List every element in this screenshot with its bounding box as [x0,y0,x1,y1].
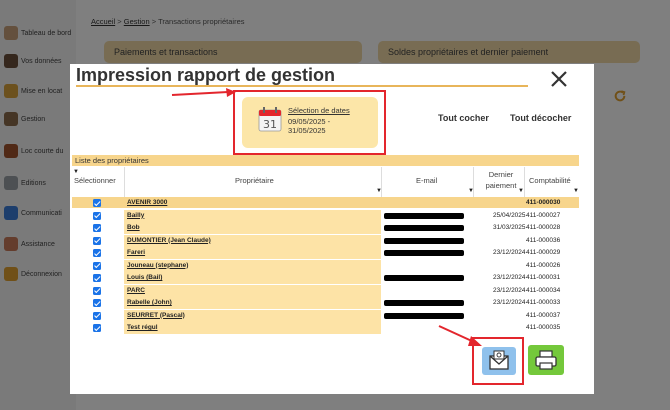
date-range-text: 09/05/2025 - 31/05/2025 [288,117,331,135]
column-owner[interactable]: Propriétaire ▼ [124,167,382,197]
owner-name-link[interactable]: Rabelle (John) [127,299,172,306]
table-row[interactable]: AVENIR 3000 411-000030 [72,197,579,209]
last-payment-date: 23/12/2024 [493,249,526,256]
table-row[interactable]: PARC 23/12/2024 411-000034 [72,284,579,297]
redacted-email [384,212,464,219]
date-selection-button[interactable]: 31 Sélection de dates 09/05/2025 - 31/05… [242,97,378,148]
print-button[interactable] [528,345,564,375]
owner-name-link[interactable]: Jouneau (stephane) [127,262,188,269]
account-number: 411-000029 [526,249,561,256]
last-payment-date: 25/04/2025 [493,211,526,219]
uncheck-all-button[interactable]: Tout décocher [510,113,571,123]
table-row[interactable]: Test régul 411-000035 [72,322,579,334]
table-row[interactable]: Jouneau (stephane) 411-000026 [72,259,579,272]
owner-list-header: Liste des propriétaires [72,155,579,166]
account-number: 411-000034 [526,286,561,294]
title-divider [76,85,528,87]
table-row[interactable]: Louis (Bail) 23/12/2024 411-000031 [72,272,579,284]
table-row[interactable]: Bob 31/03/2025 411-000028 [72,222,579,234]
account-number: 411-000035 [526,324,561,331]
redacted-email [384,275,464,281]
owner-cell-bg [124,222,381,234]
table-row[interactable]: SEURRET (Pascal) 411-000037 [72,309,579,322]
redacted-email [384,237,464,244]
row-checkbox[interactable] [93,224,101,232]
last-payment-date: 23/12/2024 [493,274,526,281]
owner-name-link[interactable]: Test régul [127,324,158,331]
redacted-email [384,225,464,231]
owner-name-link[interactable]: Bob [127,224,140,231]
last-payment-date: 31/03/2025 [493,224,526,231]
owner-name-link[interactable]: Fareri [127,249,145,256]
owner-cell-bg [124,247,381,259]
column-email[interactable]: E-mail ▼ [381,167,474,197]
owner-cell-bg [124,209,381,222]
owner-name-link[interactable]: SEURRET (Pascal) [127,312,185,319]
owner-name-link[interactable]: Bailly [127,212,144,219]
calendar-icon: 31 [258,107,282,132]
redacted-email [384,312,464,319]
date-selection-highlight: 31 Sélection de dates 09/05/2025 - 31/05… [233,90,386,155]
column-last-payment[interactable]: Dernier paiement ▼ [473,167,524,197]
email-icon [489,350,509,370]
row-checkbox[interactable] [93,249,101,257]
redacted-email [384,250,464,256]
row-checkbox[interactable] [93,299,101,307]
account-number: 411-000031 [526,274,561,281]
annotation-arrow-email [438,325,482,346]
column-select[interactable]: ▼ Sélectionner [72,167,124,197]
account-number: 411-000037 [526,311,561,319]
owner-name-link[interactable]: DUMONTIER (Jean Claude) [127,237,211,244]
owner-cell-bg [124,322,381,334]
close-icon[interactable] [548,68,570,90]
row-checkbox[interactable] [93,274,101,282]
row-checkbox[interactable] [93,211,101,220]
row-checkbox[interactable] [93,324,101,332]
modal-title: Impression rapport de gestion [76,65,336,85]
table-header: ▼ Sélectionner Propriétaire ▼ E-mail ▼ D… [72,167,579,197]
row-checkbox[interactable] [93,261,101,270]
owner-name-link[interactable]: PARC [127,287,145,294]
printer-icon [535,350,557,370]
table-row[interactable]: Rabelle (John) 23/12/2024 411-000033 [72,297,579,309]
table-row[interactable]: Fareri 23/12/2024 411-000029 [72,247,579,259]
owner-name-link[interactable]: AVENIR 3000 [127,199,167,206]
owner-cell-bg [124,272,381,284]
account-number: 411-000028 [526,224,561,231]
column-accounting[interactable]: Comptabilité ▼ [524,167,579,197]
last-payment-date: 23/12/2024 [493,286,526,294]
row-checkbox[interactable] [93,286,101,295]
account-number: 411-000036 [526,236,561,244]
row-checkbox[interactable] [93,236,101,245]
annotation-arrow-dates [171,88,236,97]
account-number: 411-000033 [526,299,561,306]
account-number: 411-000027 [526,211,561,219]
send-email-button[interactable] [482,347,516,375]
row-checkbox[interactable] [93,311,101,320]
check-all-button[interactable]: Tout cocher [438,113,489,123]
account-number: 411-000026 [526,261,561,269]
date-selection-link[interactable]: Sélection de dates [288,106,350,115]
row-checkbox[interactable] [93,199,101,207]
calendar-day: 31 [263,118,277,131]
table-row[interactable]: DUMONTIER (Jean Claude) 411-000036 [72,234,579,247]
owner-cell-bg [124,284,381,297]
report-modal: Impression rapport de gestion 31 Sélecti… [70,64,594,394]
redacted-email [384,300,464,306]
last-payment-date: 23/12/2024 [493,299,526,306]
owner-name-link[interactable]: Louis (Bail) [127,274,162,281]
table-row[interactable]: Bailly 25/04/2025 411-000027 [72,209,579,222]
account-number: 411-000030 [526,199,561,206]
